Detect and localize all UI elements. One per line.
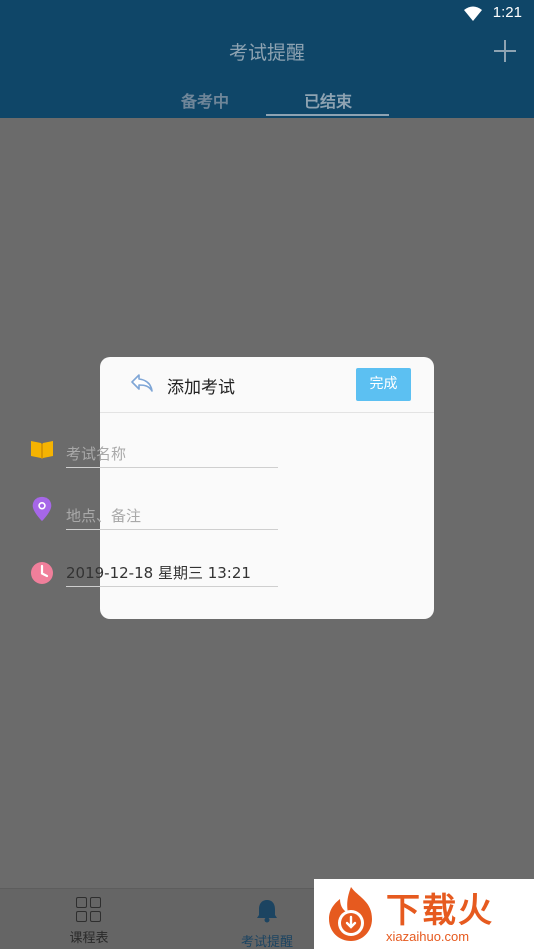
location-pin-icon: [32, 496, 52, 522]
book-icon: [31, 441, 53, 459]
tab-finished[interactable]: 已结束: [266, 88, 390, 112]
grid-icon: [76, 897, 102, 923]
location-input[interactable]: 地点、备注: [66, 505, 278, 530]
datetime-row: 2019-12-18 星期三 13:21: [0, 548, 334, 588]
flame-logo-icon: [329, 887, 372, 941]
active-tab-indicator: [266, 114, 389, 116]
back-arrow-icon[interactable]: [130, 373, 154, 393]
tab-bar: 备考中 已结束: [0, 82, 534, 118]
status-bar: 1:21: [0, 0, 534, 28]
clock-icon: [31, 562, 53, 584]
tab-preparing[interactable]: 备考中: [143, 88, 267, 112]
watermark-url: xiazaihuo.com: [386, 929, 470, 944]
nav-item-label: 课程表: [69, 931, 109, 946]
status-time: 1:21: [492, 4, 522, 21]
wifi-icon: [464, 6, 482, 21]
exam-name-input[interactable]: 考试名称: [66, 443, 278, 468]
exam-name-row: 考试名称: [0, 426, 334, 468]
nav-item-exam-reminder[interactable]: 考试提醒: [222, 897, 312, 949]
bell-icon: [257, 900, 277, 923]
watermark-brand: 下载火: [386, 891, 494, 931]
app-header: 考试提醒 备考中 已结束: [0, 28, 534, 118]
location-row: 地点、备注: [0, 488, 334, 530]
page-title: 考试提醒: [228, 42, 305, 64]
dialog-title: 添加考试: [167, 378, 235, 398]
datetime-picker[interactable]: 2019-12-18 星期三 13:21: [66, 562, 278, 587]
nav-item-schedule[interactable]: 课程表: [44, 897, 134, 946]
dialog-header: 添加考试 完成: [100, 357, 434, 413]
done-button[interactable]: 完成: [356, 368, 411, 401]
watermark: 下载火 xiazaihuo.com: [314, 879, 534, 949]
nav-item-label: 考试提醒: [240, 935, 293, 949]
plus-icon[interactable]: [494, 40, 516, 62]
